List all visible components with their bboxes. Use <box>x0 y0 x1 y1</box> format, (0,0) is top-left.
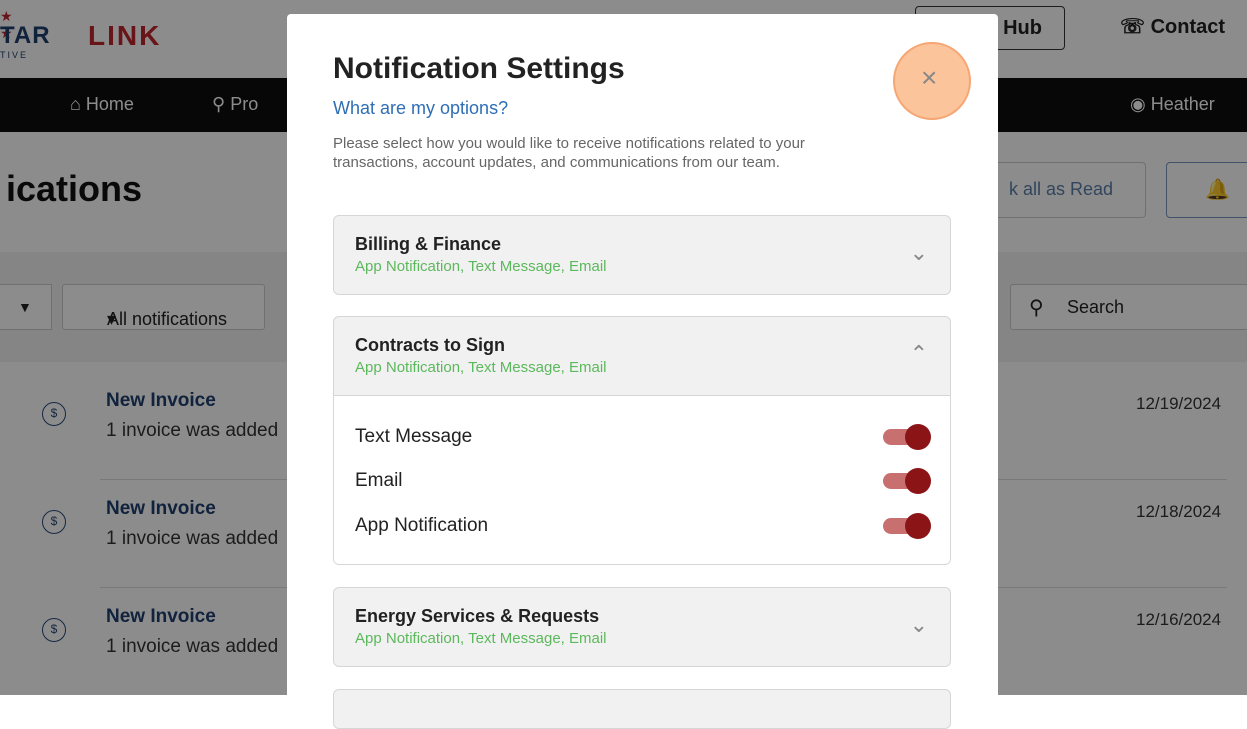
app-notification-toggle[interactable] <box>883 513 931 539</box>
section-title: Energy Services & Requests <box>355 606 600 626</box>
chevron-up-icon: ⌃ <box>909 341 928 366</box>
option-label: Text Message <box>355 426 473 447</box>
modal-title: Notification Settings <box>333 52 625 85</box>
notification-settings-modal: Notification Settings What are my option… <box>287 14 998 729</box>
accordion-header[interactable]: Contracts to Sign App Notification, Text… <box>334 317 950 395</box>
options-help-link[interactable]: What are my options? <box>333 98 508 119</box>
accordion-header[interactable]: Billing & Finance App Notification, Text… <box>334 216 950 294</box>
toggle-knob <box>905 513 931 539</box>
text-message-toggle[interactable] <box>883 424 931 450</box>
option-label: App Notification <box>355 515 489 536</box>
section-subtitle: App Notification, Text Message, Email <box>355 630 607 647</box>
chevron-down-icon: ⌄ <box>909 612 928 637</box>
section-contracts-to-sign: Contracts to Sign App Notification, Text… <box>333 316 951 565</box>
accordion-body: Text Message Email App Notification <box>334 395 950 564</box>
close-icon: × <box>921 62 938 93</box>
modal-intro-text: Please select how you would like to rece… <box>333 135 805 171</box>
section-title: Contracts to Sign <box>355 335 506 355</box>
toggle-knob <box>905 424 931 450</box>
toggle-knob <box>905 468 931 494</box>
section-subtitle: App Notification, Text Message, Email <box>355 359 607 376</box>
accordion-header[interactable]: Energy Services & Requests App Notificat… <box>334 588 950 666</box>
section-subtitle: App Notification, Text Message, Email <box>355 258 607 275</box>
section-billing-finance: Billing & Finance App Notification, Text… <box>333 215 951 295</box>
close-button[interactable]: × <box>893 42 971 120</box>
option-label: Email <box>355 470 403 491</box>
section-energy-services: Energy Services & Requests App Notificat… <box>333 587 951 667</box>
section-next[interactable] <box>333 689 951 729</box>
email-toggle[interactable] <box>883 468 931 494</box>
chevron-down-icon: ⌄ <box>909 240 928 265</box>
section-title: Billing & Finance <box>355 234 502 254</box>
